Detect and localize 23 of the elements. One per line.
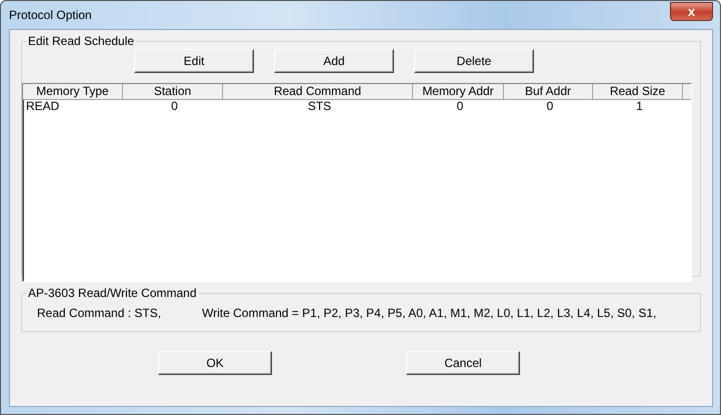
column-header[interactable]: Memory Addr — [413, 84, 504, 99]
push-button[interactable]: Delete — [414, 49, 534, 73]
group-title: AP-3603 Read/Write Command — [27, 286, 198, 300]
column-header[interactable]: Memory Type — [23, 84, 123, 99]
column-header[interactable]: Read Size — [593, 84, 683, 99]
column-header[interactable]: Buf Addr — [504, 84, 593, 99]
window-title: Protocol Option — [9, 8, 92, 22]
push-button[interactable]: OK — [158, 351, 272, 375]
push-button[interactable]: Edit — [134, 49, 254, 73]
push-button[interactable]: Cancel — [406, 351, 520, 375]
column-header[interactable]: Station — [123, 84, 223, 99]
table-cell-text: 0 — [170, 100, 179, 113]
table-cell-text: STS — [306, 100, 332, 113]
table-cell-text: 0 — [546, 100, 554, 113]
table-cell-text: READ — [25, 100, 60, 113]
column-header[interactable]: Read Command — [223, 84, 413, 99]
write-command-text: Write Command = P1, P2, P3, P4, P5, A0, A1, M1, M2, L0, L1, L2, L3, L4, L5, S0, S1, — [202, 306, 656, 320]
table-cell-text: 0 — [456, 100, 464, 113]
read-command-text: Read Command : STS, — [37, 306, 162, 320]
table-cell-text: 1 — [635, 100, 644, 113]
close-button[interactable]: x — [670, 2, 713, 21]
push-button[interactable]: Add — [274, 49, 394, 73]
group-title: Edit Read Schedule — [27, 34, 136, 48]
